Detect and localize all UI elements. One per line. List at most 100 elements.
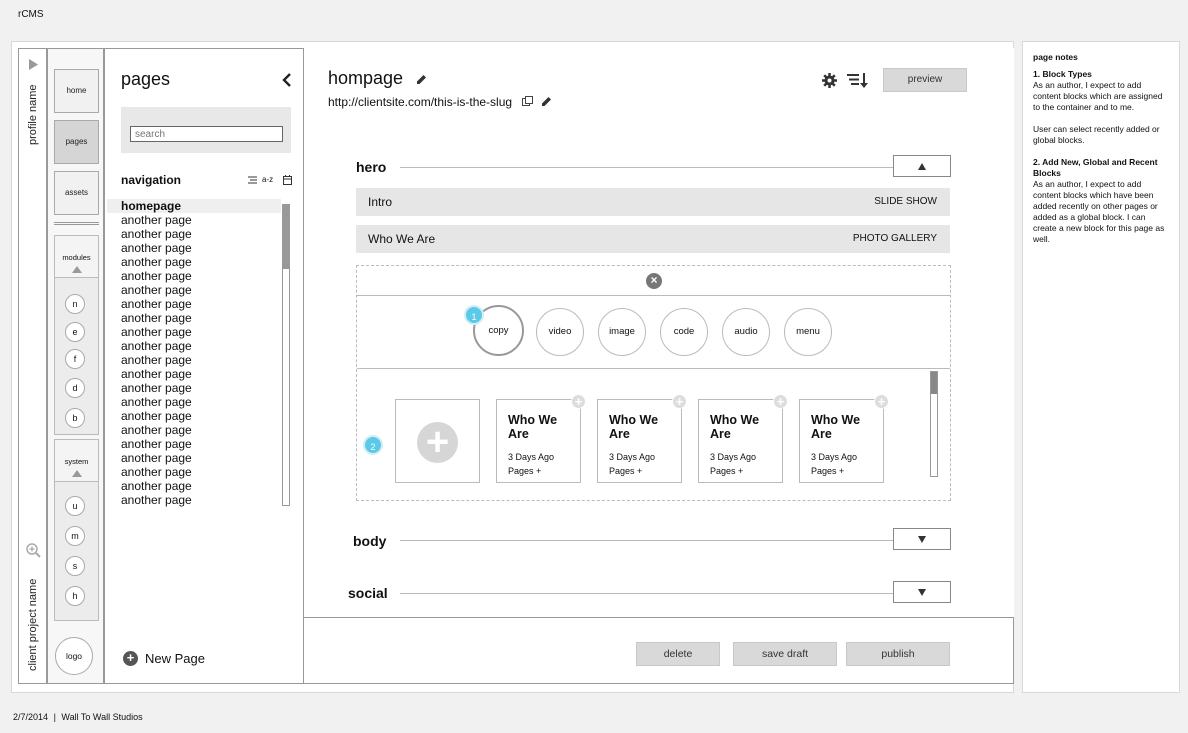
close-icon[interactable]: × (646, 273, 662, 289)
card-pages[interactable]: Pages + (508, 466, 541, 476)
pencil-icon[interactable] (416, 74, 427, 85)
action-bar: delete save draft publish (304, 617, 1014, 684)
list-sort-icon[interactable] (248, 176, 257, 184)
chevron-up-icon (918, 163, 926, 170)
module-b[interactable]: b (65, 408, 85, 428)
list-item[interactable]: another page (121, 437, 281, 451)
list-item[interactable]: another page (121, 465, 281, 479)
module-e[interactable]: e (65, 322, 85, 342)
add-icon: + (417, 422, 458, 463)
list-item[interactable]: another page (121, 227, 281, 241)
content-block-row[interactable]: Who We Are PHOTO GALLERY (356, 225, 950, 253)
list-item[interactable]: another page (121, 339, 281, 353)
sort-order-icon[interactable] (847, 73, 869, 88)
new-block-card[interactable]: + (395, 399, 480, 483)
divider (54, 222, 99, 225)
system-u[interactable]: u (65, 496, 85, 516)
collapse-up-icon[interactable] (72, 266, 82, 273)
recent-block-card[interactable]: Who We Are 3 Days Ago Pages + + (698, 394, 788, 483)
preview-button[interactable]: preview (883, 68, 967, 92)
add-icon[interactable]: + (773, 394, 788, 409)
card-title: Who We Are (811, 413, 861, 441)
sort-az-button[interactable]: a-z (262, 175, 273, 184)
new-page-button[interactable]: + New Page (123, 651, 205, 666)
body-expand-button[interactable] (893, 528, 951, 550)
add-icon[interactable]: + (672, 394, 687, 409)
social-expand-button[interactable] (893, 581, 951, 603)
module-n[interactable]: n (65, 294, 85, 314)
hero-collapse-button[interactable] (893, 155, 951, 177)
recent-block-card[interactable]: Who We Are 3 Days Ago Pages + + (496, 394, 586, 483)
collapse-panel-icon[interactable] (282, 73, 292, 87)
nav-pages[interactable]: pages (54, 120, 99, 164)
module-f[interactable]: f (65, 349, 85, 369)
search-input[interactable] (130, 126, 283, 142)
copy-icon[interactable] (522, 96, 533, 107)
nav-home[interactable]: home (54, 69, 99, 113)
page-list: homepage another page another page anoth… (107, 199, 281, 507)
card-pages[interactable]: Pages + (811, 466, 844, 476)
footer-separator: | (53, 712, 56, 722)
add-icon[interactable]: + (874, 394, 889, 409)
zoom-in-icon[interactable] (26, 543, 41, 558)
save-draft-button[interactable]: save draft (733, 642, 837, 666)
pencil-icon[interactable] (541, 96, 552, 107)
delete-button[interactable]: delete (636, 642, 720, 666)
list-item[interactable]: another page (121, 283, 281, 297)
scrollbar-thumb[interactable] (931, 372, 937, 394)
system-h[interactable]: h (65, 586, 85, 606)
collapse-up-icon[interactable] (72, 470, 82, 477)
profile-name[interactable]: profile name (27, 84, 39, 145)
add-icon[interactable]: + (571, 394, 586, 409)
list-item[interactable]: another page (121, 395, 281, 409)
list-item[interactable]: another page (121, 353, 281, 367)
recent-block-card[interactable]: Who We Are 3 Days Ago Pages + + (597, 394, 687, 483)
client-project-name[interactable]: client project name (27, 579, 39, 671)
card-pages[interactable]: Pages + (710, 466, 743, 476)
list-item[interactable]: another page (121, 381, 281, 395)
module-d[interactable]: d (65, 378, 85, 398)
list-item[interactable]: another page (121, 325, 281, 339)
scrollbar-thumb[interactable] (283, 205, 289, 269)
gear-icon[interactable] (822, 73, 837, 88)
page-notes-panel: page notes 1. Block Types As an author, … (1022, 41, 1180, 693)
list-item[interactable]: another page (121, 311, 281, 325)
publish-button[interactable]: publish (846, 642, 950, 666)
system-m[interactable]: m (65, 526, 85, 546)
block-name: Who We Are (368, 232, 436, 246)
list-item[interactable]: another page (121, 423, 281, 437)
list-item[interactable]: another page (121, 241, 281, 255)
list-item[interactable]: another page (121, 409, 281, 423)
footer-date: 2/7/2014 (13, 712, 49, 722)
card-pages[interactable]: Pages + (609, 466, 642, 476)
list-item[interactable]: another page (121, 367, 281, 381)
recent-block-card[interactable]: Who We Are 3 Days Ago Pages + + (799, 394, 889, 483)
chevron-down-icon (918, 536, 926, 543)
list-item[interactable]: homepage (107, 199, 281, 213)
content-block-row[interactable]: Intro SLIDE SHOW (356, 188, 950, 216)
expand-arrow-icon[interactable] (29, 59, 38, 70)
block-type-code[interactable]: code (660, 308, 708, 356)
list-item[interactable]: another page (121, 297, 281, 311)
cards-scrollbar[interactable] (930, 371, 938, 477)
calendar-icon[interactable] (283, 175, 292, 185)
page-list-scrollbar[interactable] (282, 204, 290, 506)
list-item[interactable]: another page (121, 479, 281, 493)
nav-assets[interactable]: assets (54, 171, 99, 215)
list-item[interactable]: another page (121, 255, 281, 269)
card-title: Who We Are (710, 413, 760, 441)
block-type-audio[interactable]: audio (722, 308, 770, 356)
block-type-menu[interactable]: menu (784, 308, 832, 356)
card-date: 3 Days Ago (710, 452, 757, 462)
list-item[interactable]: another page (121, 451, 281, 465)
card-title: Who We Are (609, 413, 659, 441)
block-type-video[interactable]: video (536, 308, 584, 356)
list-item[interactable]: another page (121, 493, 281, 507)
block-type-image[interactable]: image (598, 308, 646, 356)
notes-heading: page notes (1033, 52, 1078, 62)
list-item[interactable]: another page (121, 213, 281, 227)
card-date: 3 Days Ago (811, 452, 858, 462)
note-title: 2. Add New, Global and Recent Blocks (1033, 157, 1158, 178)
system-s[interactable]: s (65, 556, 85, 576)
list-item[interactable]: another page (121, 269, 281, 283)
